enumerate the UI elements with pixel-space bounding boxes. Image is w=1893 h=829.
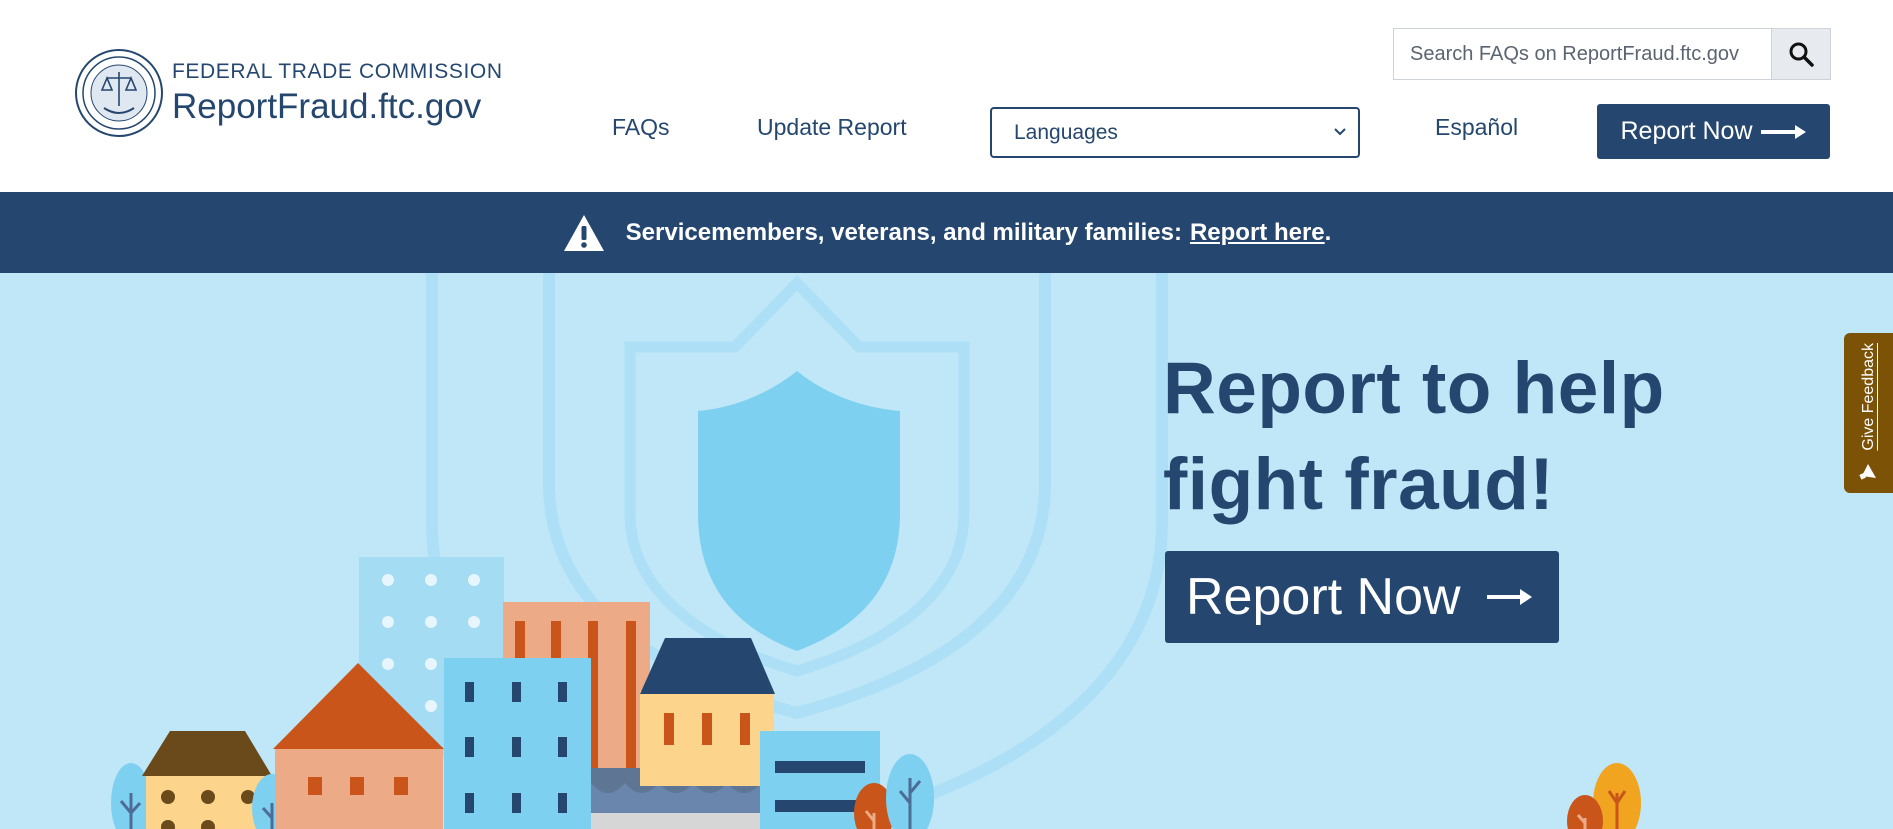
chevron-down-icon bbox=[1334, 128, 1346, 136]
search-input[interactable] bbox=[1394, 29, 1771, 79]
site-header: FEDERAL TRADE COMMISSION ReportFraud.ftc… bbox=[0, 0, 1893, 192]
site-logo-link[interactable]: FEDERAL TRADE COMMISSION ReportFraud.ftc… bbox=[74, 48, 503, 138]
give-feedback-tab[interactable]: Give Feedback bbox=[1844, 333, 1893, 493]
report-now-hero-label: Report Now bbox=[1186, 568, 1461, 626]
banner-suffix: . bbox=[1324, 218, 1332, 246]
hero-title: Report to help fight fraud! bbox=[1163, 341, 1665, 533]
languages-select[interactable]: Languages bbox=[990, 107, 1360, 158]
search-icon bbox=[1789, 42, 1814, 67]
arrow-right-icon bbox=[1760, 124, 1806, 139]
alert-banner: Servicemembers, veterans, and military f… bbox=[0, 192, 1893, 273]
search-button[interactable] bbox=[1771, 29, 1830, 79]
megaphone-icon bbox=[1858, 464, 1876, 480]
hero-title-line-2: fight fraud! bbox=[1163, 444, 1555, 525]
report-now-hero-button[interactable]: Report Now bbox=[1165, 551, 1559, 643]
report-now-header-label: Report Now bbox=[1620, 117, 1753, 145]
nav-update-report-link[interactable]: Update Report bbox=[757, 114, 907, 141]
languages-selected-value: Languages bbox=[1014, 120, 1118, 144]
nav-espanol-link[interactable]: Español bbox=[1435, 114, 1518, 141]
site-name: ReportFraud.ftc.gov bbox=[172, 87, 482, 126]
banner-text: Servicemembers, veterans, and military f… bbox=[625, 218, 1182, 246]
search-bar bbox=[1393, 28, 1831, 80]
nav-faqs-link[interactable]: FAQs bbox=[612, 114, 670, 141]
banner-report-here-link[interactable]: Report here bbox=[1190, 219, 1325, 247]
give-feedback-label: Give Feedback bbox=[1859, 343, 1877, 451]
hero-section: Report to help fight fraud! Report Now bbox=[0, 273, 1893, 829]
arrow-right-icon bbox=[1486, 589, 1532, 605]
agency-name: FEDERAL TRADE COMMISSION bbox=[172, 60, 503, 83]
ftc-seal-icon bbox=[75, 49, 163, 137]
hero-title-line-1: Report to help bbox=[1163, 348, 1665, 429]
warning-icon bbox=[563, 214, 604, 251]
report-now-header-button[interactable]: Report Now bbox=[1597, 104, 1830, 159]
